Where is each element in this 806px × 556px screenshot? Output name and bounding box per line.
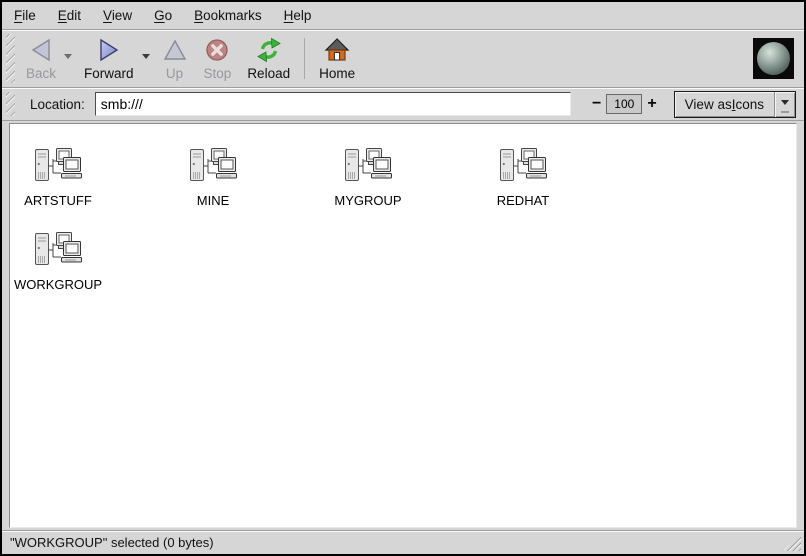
- reload-icon: [256, 37, 282, 63]
- zoom-out-button[interactable]: −: [587, 92, 606, 116]
- up-arrow-icon: [162, 37, 188, 63]
- location-input[interactable]: [95, 92, 571, 116]
- menu-item[interactable]: Bookmarks: [183, 3, 273, 28]
- toolbar: Back Forward Up: [2, 30, 804, 88]
- back-history-chevron-icon[interactable]: [64, 54, 72, 63]
- home-label: Home: [319, 66, 355, 81]
- back-label: Back: [26, 66, 56, 81]
- view-as-dropdown[interactable]: View as Icons: [674, 91, 796, 118]
- menu-item[interactable]: Edit: [47, 3, 92, 28]
- share-label: REDHAT: [497, 193, 549, 208]
- reload-button[interactable]: Reload: [239, 30, 298, 85]
- icon-view: ARTSTUFF: [10, 124, 650, 314]
- throbber-sphere-icon: [757, 42, 790, 75]
- share-label: MYGROUP: [334, 193, 401, 208]
- network-share-item[interactable]: MYGROUP: [322, 146, 414, 208]
- network-workgroup-icon: [32, 230, 84, 273]
- network-share-item[interactable]: MINE: [167, 146, 259, 208]
- up-button[interactable]: Up: [154, 30, 196, 85]
- forward-label: Forward: [84, 66, 134, 81]
- forward-arrow-icon: [96, 37, 122, 63]
- status-bar: "WORKGROUP" selected (0 bytes): [2, 530, 804, 554]
- menu-item[interactable]: Help: [273, 3, 323, 28]
- content-pane: ARTSTUFF: [9, 123, 797, 528]
- view-as-label: View as Icons: [675, 92, 774, 117]
- back-arrow-icon: [28, 37, 54, 63]
- reload-label: Reload: [247, 66, 290, 81]
- stop-button[interactable]: Stop: [196, 30, 240, 85]
- menu-item[interactable]: File: [3, 3, 47, 28]
- throbber: [753, 38, 794, 79]
- dropdown-arrow-icon[interactable]: [774, 92, 795, 117]
- toolbar-separator: [304, 38, 305, 79]
- network-workgroup-icon: [497, 146, 549, 189]
- dropdown-triangle: [781, 100, 789, 109]
- home-button[interactable]: Home: [311, 30, 363, 85]
- share-label: WORKGROUP: [14, 277, 102, 292]
- zoom-in-button[interactable]: +: [642, 92, 661, 116]
- toolbar-drag-handle[interactable]: [6, 34, 15, 83]
- share-label: MINE: [197, 193, 230, 208]
- menu-item[interactable]: Go: [143, 3, 183, 28]
- network-share-item[interactable]: ARTSTUFF: [12, 146, 104, 208]
- network-workgroup-icon: [342, 146, 394, 189]
- menu-item[interactable]: View: [92, 3, 143, 28]
- back-button[interactable]: Back: [18, 30, 64, 85]
- up-label: Up: [166, 66, 183, 81]
- forward-history-chevron-icon[interactable]: [142, 54, 150, 63]
- share-label: ARTSTUFF: [24, 193, 92, 208]
- zoom-level-indicator[interactable]: 100: [606, 94, 642, 114]
- network-workgroup-icon: [32, 146, 84, 189]
- file-manager-window: File Edit View Go Bookmarks Help Back: [0, 0, 806, 556]
- menubar: File Edit View Go Bookmarks Help: [2, 2, 804, 30]
- network-share-item[interactable]: WORKGROUP: [12, 230, 104, 292]
- home-icon: [324, 37, 350, 63]
- location-bar: Location: − 100 + View as Icons: [2, 88, 804, 121]
- location-label: Location:: [30, 97, 85, 112]
- status-text: "WORKGROUP" selected (0 bytes): [10, 535, 214, 550]
- network-workgroup-icon: [187, 146, 239, 189]
- forward-button[interactable]: Forward: [76, 30, 142, 85]
- stop-icon: [204, 37, 230, 63]
- network-share-item[interactable]: REDHAT: [477, 146, 569, 208]
- stop-label: Stop: [204, 66, 232, 81]
- location-bar-drag-handle[interactable]: [6, 92, 15, 116]
- resize-grip[interactable]: [782, 536, 801, 551]
- dropdown-bar: [781, 111, 789, 113]
